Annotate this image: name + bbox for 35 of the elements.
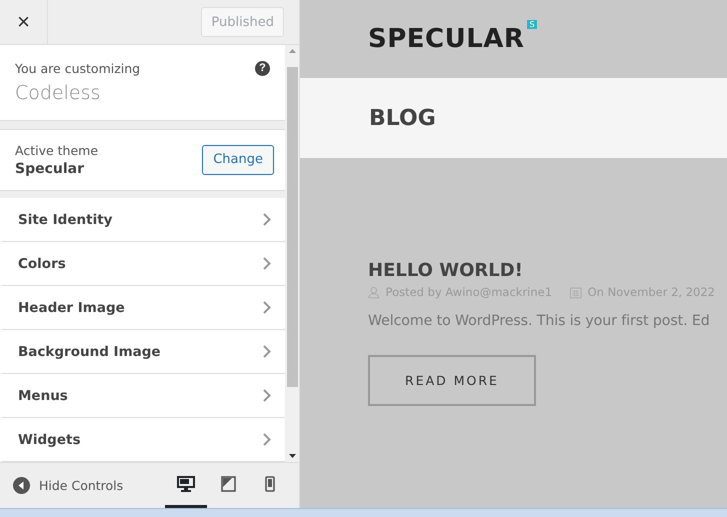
page-title: BLOG [369,106,436,130]
collapse-icon [13,477,30,494]
post-title: HELLO WORLD! [368,260,524,281]
calendar-icon [570,286,582,298]
scrollbar-thumb[interactable] [286,67,298,387]
section-item[interactable]: Colors [0,242,285,286]
change-theme-button[interactable]: Change [202,144,274,174]
chevron-icon [263,345,271,358]
section-item[interactable]: Header Image [0,286,285,330]
active-theme-label: Active theme [15,142,98,158]
section-item[interactable]: Menus [0,374,285,418]
chevron-icon [263,301,271,314]
site-name: Codeless [15,82,102,104]
chevron-icon [263,257,271,270]
scroll-up-icon [288,49,296,53]
scroll-down-icon [288,454,296,458]
help-button[interactable]: ? [255,61,270,76]
mobile-icon [265,476,275,492]
theme-name: Specular [15,160,86,176]
close-button[interactable]: × [0,0,48,44]
user-icon [368,286,380,298]
customizing-label: You are customizing [15,61,140,76]
chevron-icon [263,389,271,402]
read-more-button[interactable]: READ MORE [368,355,536,406]
chevron-icon [263,213,271,226]
site-logo: SPECULAR [368,24,524,54]
post-excerpt: Welcome to WordPress. This is your first post. Ed [368,313,710,329]
section-item[interactable]: Widgets [0,418,285,462]
logo-badge: S [527,20,537,29]
desktop-icon [177,476,195,492]
section-item[interactable]: Site Identity [0,198,285,242]
chevron-icon [263,433,271,446]
section-item[interactable]: Background Image [0,330,285,374]
tablet-icon [220,476,236,492]
hide-controls-button[interactable]: Hide Controls [13,477,124,494]
